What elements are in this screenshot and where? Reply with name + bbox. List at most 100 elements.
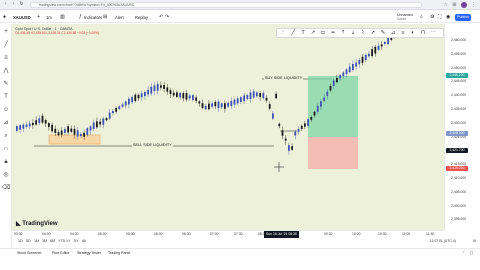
profile-avatar[interactable] bbox=[461, 2, 467, 8]
back-icon[interactable]: ‹ bbox=[3, 2, 8, 7]
measure-tool-icon[interactable]: ⊿ bbox=[389, 29, 397, 37]
indicators-button[interactable]: Indicators bbox=[84, 13, 102, 22]
more-icon[interactable]: ⋯ bbox=[429, 29, 437, 37]
candle-body bbox=[89, 126, 92, 131]
candle-body bbox=[195, 97, 197, 101]
chart-pane[interactable]: Gold Spot / U.S. Dollar · 1 · OANDA O2,4… bbox=[12, 24, 444, 230]
clock-readout[interactable]: 11:07:01 (UTC-4) bbox=[430, 239, 456, 243]
sell-side-label: SELL SIDE LIQUIDITY bbox=[132, 143, 173, 147]
zoom-icon[interactable]: ⌕ bbox=[2, 132, 10, 140]
text-icon[interactable]: T bbox=[2, 93, 10, 101]
menu-icon[interactable]: ⋮ bbox=[471, 2, 476, 8]
emoji-icon[interactable]: ☺ bbox=[2, 106, 10, 114]
range-button[interactable]: 1M bbox=[34, 239, 39, 243]
rect-tool-icon[interactable]: ▭ bbox=[319, 29, 327, 37]
range-button[interactable]: 5D bbox=[26, 239, 31, 243]
brush-icon[interactable]: ✎ bbox=[2, 80, 10, 88]
range-button[interactable]: YTD bbox=[58, 239, 65, 243]
bottom-tab[interactable]: Stock Screener bbox=[17, 251, 42, 255]
bottom-tab[interactable]: Pine Editor bbox=[52, 251, 70, 255]
color-tool-icon[interactable]: ◐ bbox=[409, 29, 417, 37]
bottom-spacer bbox=[0, 258, 480, 270]
candle-body bbox=[284, 138, 287, 141]
path-tool-icon[interactable]: ⌇ bbox=[359, 29, 367, 37]
search-icon[interactable]: ⌕ bbox=[420, 13, 423, 22]
time-axis[interactable]: 03:30 04:00 04:30 05:00 05:30 06:00 06:30 07:00… bbox=[12, 230, 444, 238]
candle-type-icon[interactable]: ▥ bbox=[60, 13, 65, 22]
range-button[interactable]: 5Y bbox=[74, 239, 78, 243]
candle-body bbox=[217, 101, 220, 109]
lock-tool-icon[interactable]: ⊓ bbox=[419, 29, 427, 37]
drag-handle-icon[interactable]: ⋮ bbox=[279, 29, 287, 37]
time-highlight: Sun 16 Jul '24 08:38 bbox=[264, 231, 299, 238]
range-button[interactable]: All bbox=[82, 239, 86, 243]
maximize-icon[interactable]: ▢ bbox=[470, 251, 473, 255]
candle-body bbox=[310, 117, 313, 120]
candle-body bbox=[163, 84, 165, 89]
candle-body bbox=[326, 91, 329, 96]
trash-icon[interactable]: ⌫ bbox=[2, 184, 10, 192]
camera-icon[interactable]: ◉ bbox=[446, 13, 450, 22]
trendline-icon[interactable]: ╱ bbox=[2, 41, 10, 49]
range-button[interactable]: 3M bbox=[42, 239, 47, 243]
price-chart[interactable] bbox=[12, 24, 444, 230]
compare-plus-icon[interactable]: + bbox=[37, 13, 40, 22]
range-button[interactable]: 1D bbox=[18, 239, 23, 243]
user-menu-icon[interactable]: ● bbox=[3, 13, 6, 22]
star-icon[interactable]: ☆ bbox=[443, 2, 448, 8]
tradingview-logo: ◣ TradingView bbox=[16, 220, 58, 227]
candle-body bbox=[25, 124, 28, 127]
symbol-search-button[interactable]: XAUUSD bbox=[13, 13, 31, 22]
magnet-icon[interactable]: ∩ bbox=[2, 145, 10, 153]
candle-body bbox=[179, 92, 181, 98]
ruler-icon[interactable]: ⊿ bbox=[2, 119, 10, 127]
publish-button[interactable]: Publish bbox=[455, 14, 471, 21]
candle-body bbox=[211, 103, 213, 107]
short-position-icon[interactable]: ⇣ bbox=[349, 29, 357, 37]
text-tool-icon[interactable]: T bbox=[299, 29, 307, 37]
forward-icon[interactable]: › bbox=[11, 2, 16, 7]
candle-body bbox=[121, 104, 124, 107]
layout-icon[interactable]: ⊞ bbox=[103, 13, 107, 22]
time-label: 07:00 bbox=[210, 232, 219, 236]
candle-body bbox=[182, 93, 185, 99]
address-bar[interactable]: tradingview.com/chart/??d5bKu?symbol=FX_… bbox=[30, 2, 422, 8]
eye-icon[interactable]: ◎ bbox=[2, 171, 10, 179]
fullscreen-icon[interactable]: ⛶ bbox=[438, 13, 442, 22]
fib-tool-icon[interactable]: ≡ bbox=[399, 29, 407, 37]
candle-body bbox=[118, 106, 121, 110]
collapse-icon[interactable]: ⌃ bbox=[462, 251, 465, 255]
lock-icon[interactable]: 🔒︎ bbox=[2, 158, 10, 166]
candle-body bbox=[307, 119, 309, 126]
settings-small-icon[interactable]: ⚙ bbox=[473, 239, 476, 243]
price-tag-green: 2,446.200 bbox=[446, 73, 468, 78]
undo-icon[interactable]: ↶ bbox=[159, 13, 163, 22]
brush-tool-icon[interactable]: ✎ bbox=[379, 29, 387, 37]
candle-body bbox=[198, 101, 201, 104]
chart-toolbar: ● XAUUSD + 1m ▥ ƒ Indicators ⊞ Alert Rep… bbox=[0, 12, 480, 23]
replay-button[interactable]: Replay bbox=[135, 13, 148, 22]
range-button[interactable]: 1Y bbox=[66, 239, 70, 243]
reload-icon[interactable]: ↻ bbox=[19, 2, 24, 7]
timeframe-button[interactable]: 1m bbox=[46, 13, 52, 22]
bottom-tab[interactable]: Trading Panel bbox=[108, 251, 130, 255]
redo-icon[interactable]: ↷ bbox=[165, 13, 169, 22]
bottom-tab[interactable]: Strategy Tester bbox=[77, 251, 101, 255]
line-tool-icon[interactable]: ╱ bbox=[289, 29, 297, 37]
long-position-icon[interactable]: ⇡ bbox=[339, 29, 347, 37]
ray-tool-icon[interactable]: ↗ bbox=[309, 29, 317, 37]
gear-icon[interactable]: ⚙ bbox=[430, 13, 434, 22]
price-axis[interactable]: 2,460.000 2,455.000 2,450.000 2,445.000 2,44… bbox=[444, 24, 480, 230]
candle-body bbox=[80, 133, 82, 137]
alert-button[interactable]: Alert bbox=[115, 13, 124, 22]
arrow-tool-icon[interactable]: ➚ bbox=[369, 29, 377, 37]
candle-body bbox=[57, 132, 60, 136]
crosshair-icon[interactable]: + bbox=[2, 28, 10, 36]
hline-tool-icon[interactable]: ━ bbox=[329, 29, 337, 37]
extensions-icon[interactable]: ⊞ bbox=[452, 2, 457, 8]
range-button[interactable]: 6M bbox=[50, 239, 55, 243]
fib-icon[interactable]: ≡ bbox=[2, 54, 10, 62]
candle-body bbox=[259, 93, 261, 97]
candle-body bbox=[291, 146, 293, 150]
pattern-icon[interactable]: ⋀ bbox=[2, 67, 10, 75]
